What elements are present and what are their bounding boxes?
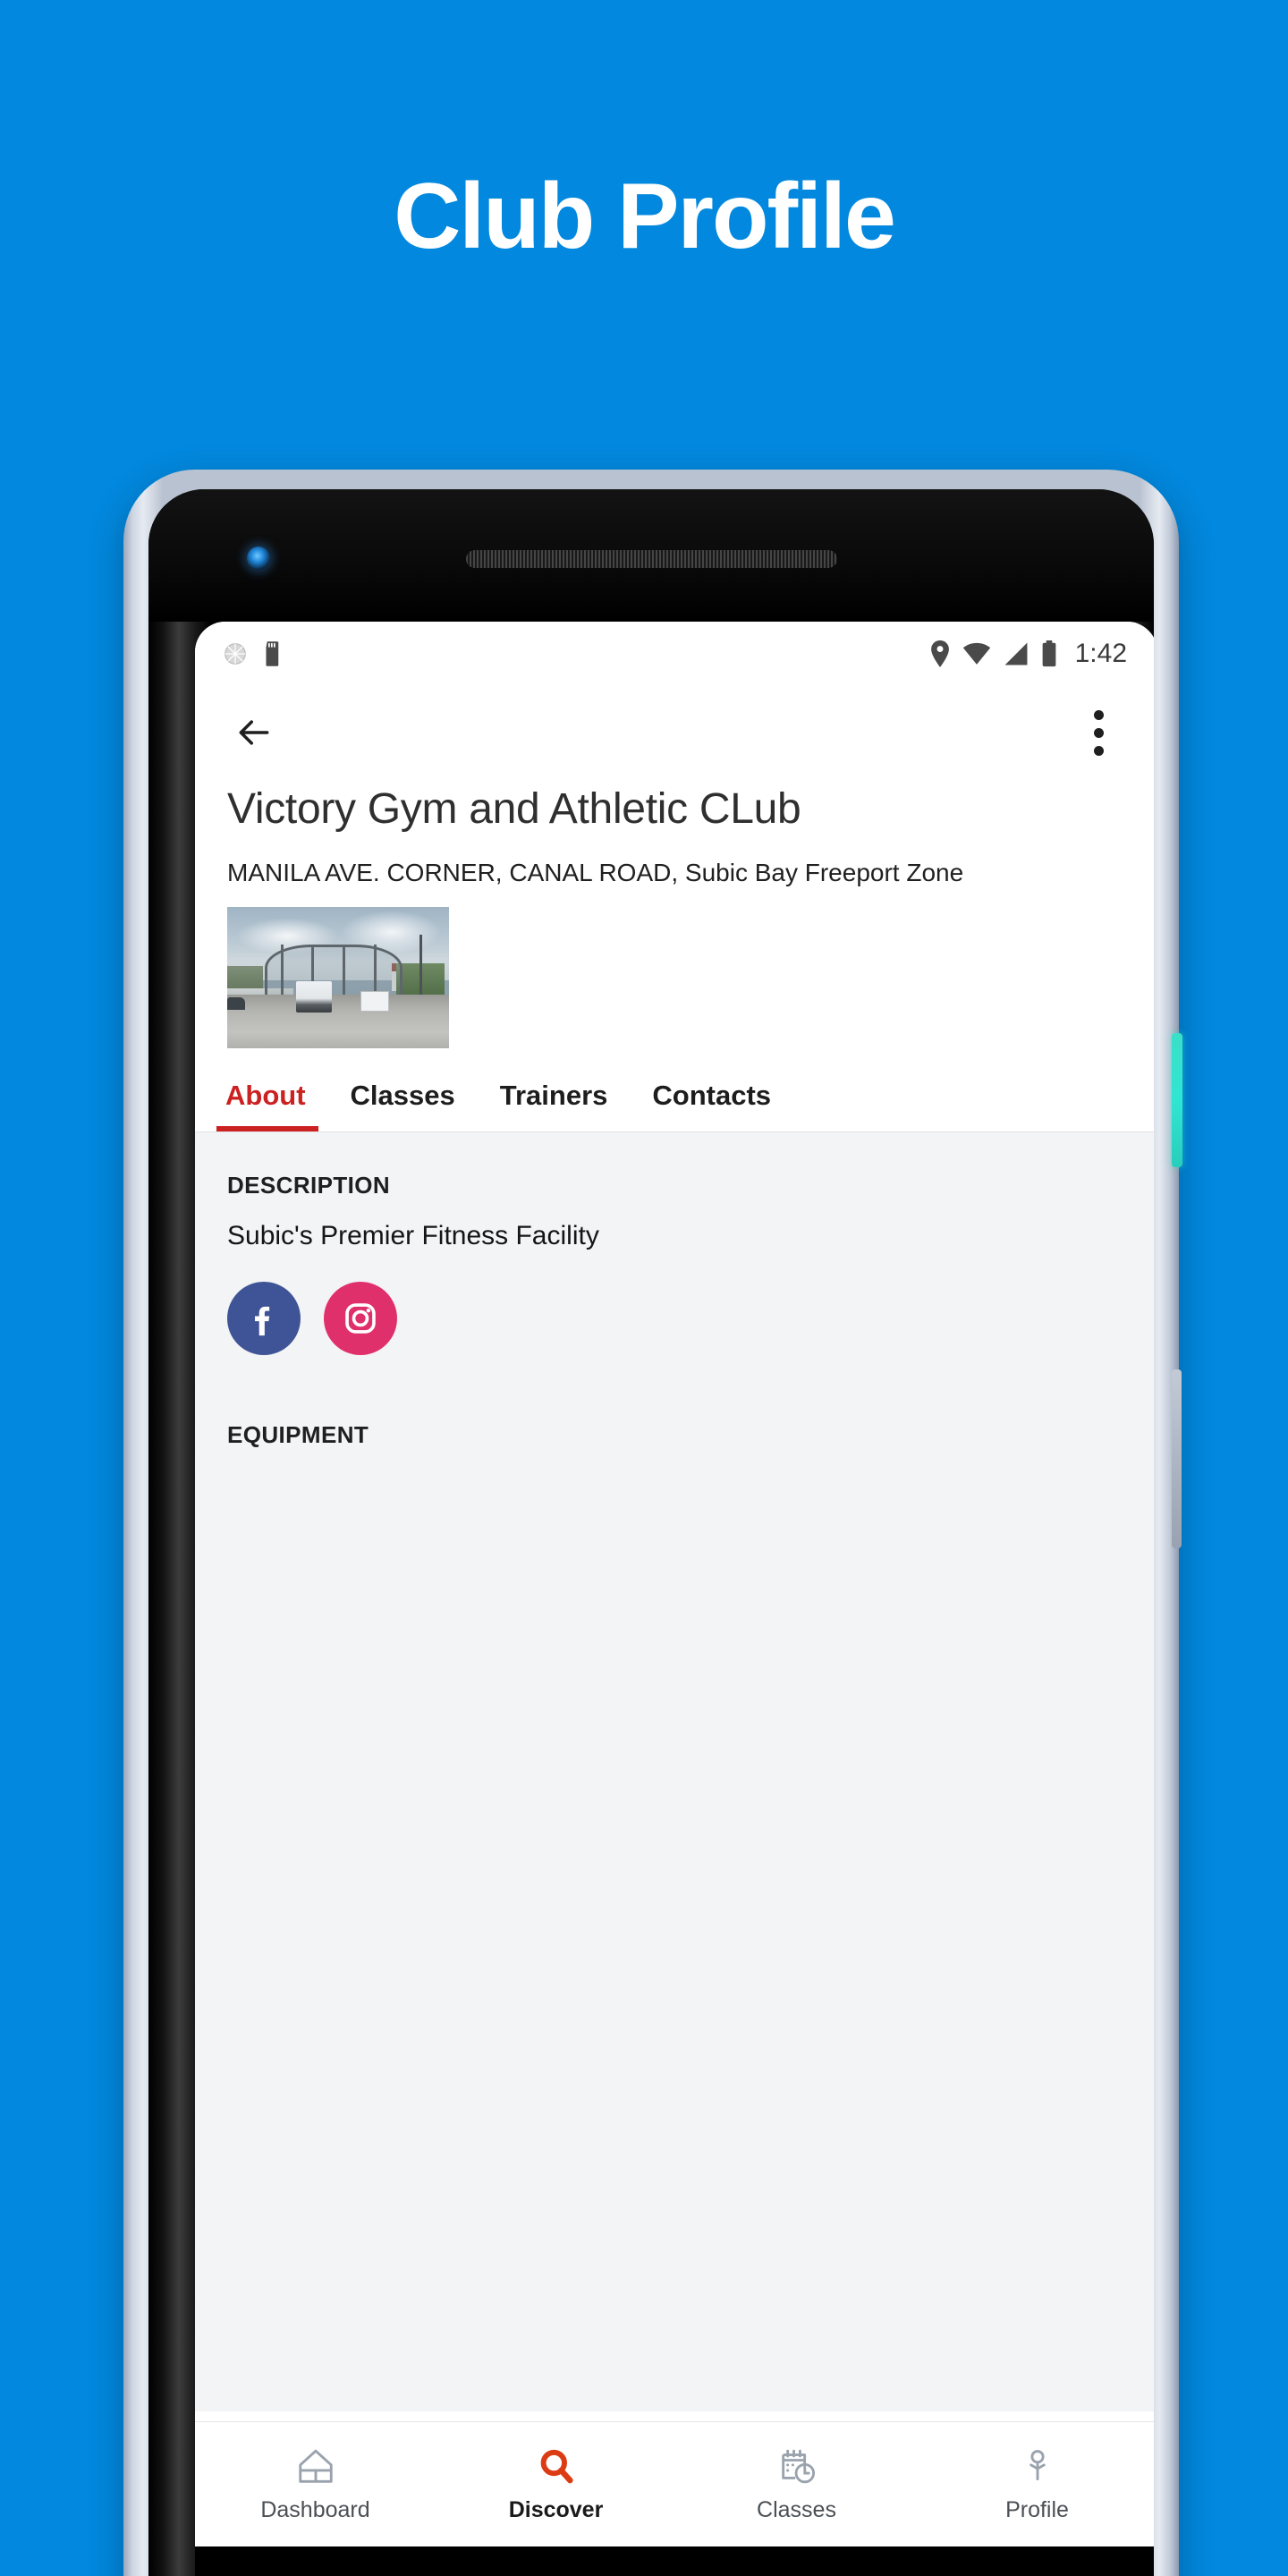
photo-beam (373, 945, 377, 996)
location-pin-icon (930, 640, 949, 667)
system-navigation-bar (195, 2546, 1154, 2576)
page-title: Club Profile (394, 165, 896, 268)
status-bar-right: 1:42 (930, 639, 1127, 669)
nav-label-discover: Discover (508, 2497, 604, 2522)
tab-about[interactable]: About (216, 1080, 318, 1131)
cellular-signal-icon (1004, 642, 1028, 665)
power-button[interactable] (1172, 1033, 1182, 1167)
photo-sign (360, 991, 390, 1012)
equipment-label: EQUIPMENT (227, 1420, 369, 1448)
photo-utility-pole (419, 935, 423, 995)
tab-classes[interactable]: Classes (351, 1080, 455, 1131)
facebook-button[interactable] (227, 1281, 301, 1355)
nav-item-profile[interactable]: Profile (917, 2422, 1154, 2546)
earpiece-speaker (466, 550, 837, 568)
photo-car (227, 996, 245, 1010)
app-bar (195, 686, 1154, 779)
status-bar-clock: 1:42 (1074, 639, 1127, 668)
volume-rocker[interactable] (1172, 1369, 1182, 1548)
phone-bezel: 1:42 Victory Gym and Athletic CLub MANIL… (148, 489, 1154, 2576)
front-camera-icon (247, 547, 270, 570)
phone-device: 1:42 Victory Gym and Athletic CLub MANIL… (123, 470, 1182, 2576)
nav-label-profile: Profile (1005, 2497, 1069, 2522)
photo-steel-frame (265, 945, 402, 996)
photo-road (227, 994, 449, 1048)
back-button[interactable] (222, 700, 286, 765)
tab-bar: About Classes Trainers Contacts (195, 1047, 1154, 1132)
status-bar: 1:42 (195, 622, 1154, 686)
sd-card-icon (266, 641, 279, 666)
club-header: Victory Gym and Athletic CLub MANILA AVE… (195, 779, 1154, 887)
photo-beam (342, 945, 345, 996)
club-address: MANILA AVE. CORNER, CANAL ROAD, Subic Ba… (227, 858, 964, 886)
overflow-dot-icon (1093, 709, 1104, 720)
tab-contacts[interactable]: Contacts (652, 1080, 771, 1131)
overflow-dot-icon (1093, 745, 1104, 756)
overflow-menu-button[interactable] (1072, 700, 1125, 765)
photo-beam (280, 945, 284, 996)
club-photo[interactable] (227, 906, 449, 1048)
home-icon (298, 2449, 333, 2483)
instagram-button[interactable] (324, 1281, 397, 1355)
about-panel: DESCRIPTION Subic's Premier Fitness Faci… (195, 1131, 1154, 2411)
phone-screen: 1:42 Victory Gym and Athletic CLub MANIL… (195, 622, 1154, 2546)
phone-top-bezel (148, 489, 1154, 622)
calendar-clock-icon (781, 2449, 815, 2484)
nav-label-dashboard: Dashboard (260, 2497, 370, 2522)
person-icon (1029, 2450, 1046, 2481)
bottom-navigation: Dashboard Discover Classes Profile (195, 2421, 1154, 2546)
instagram-icon (345, 1302, 376, 1334)
facebook-icon (255, 1306, 270, 1335)
status-bar-left (222, 640, 284, 667)
nav-item-dashboard[interactable]: Dashboard (195, 2422, 436, 2546)
club-name: Victory Gym and Athletic CLub (227, 785, 801, 833)
nav-item-classes[interactable]: Classes (676, 2422, 917, 2546)
wifi-icon (962, 642, 990, 665)
search-icon (540, 2449, 573, 2484)
description-text: Subic's Premier Fitness Facility (227, 1220, 599, 1250)
battery-icon (1042, 640, 1055, 667)
club-photo-row (195, 886, 1154, 1048)
social-links (227, 1281, 1125, 1355)
arrow-left-icon (239, 720, 269, 745)
tab-trainers[interactable]: Trainers (500, 1080, 608, 1131)
overflow-dot-icon (1093, 727, 1104, 738)
description-label: DESCRIPTION (227, 1171, 391, 1199)
photo-truck (295, 981, 332, 1013)
nav-label-classes: Classes (757, 2497, 836, 2522)
nav-item-discover[interactable]: Discover (436, 2422, 676, 2546)
sync-circle-icon (225, 643, 246, 665)
